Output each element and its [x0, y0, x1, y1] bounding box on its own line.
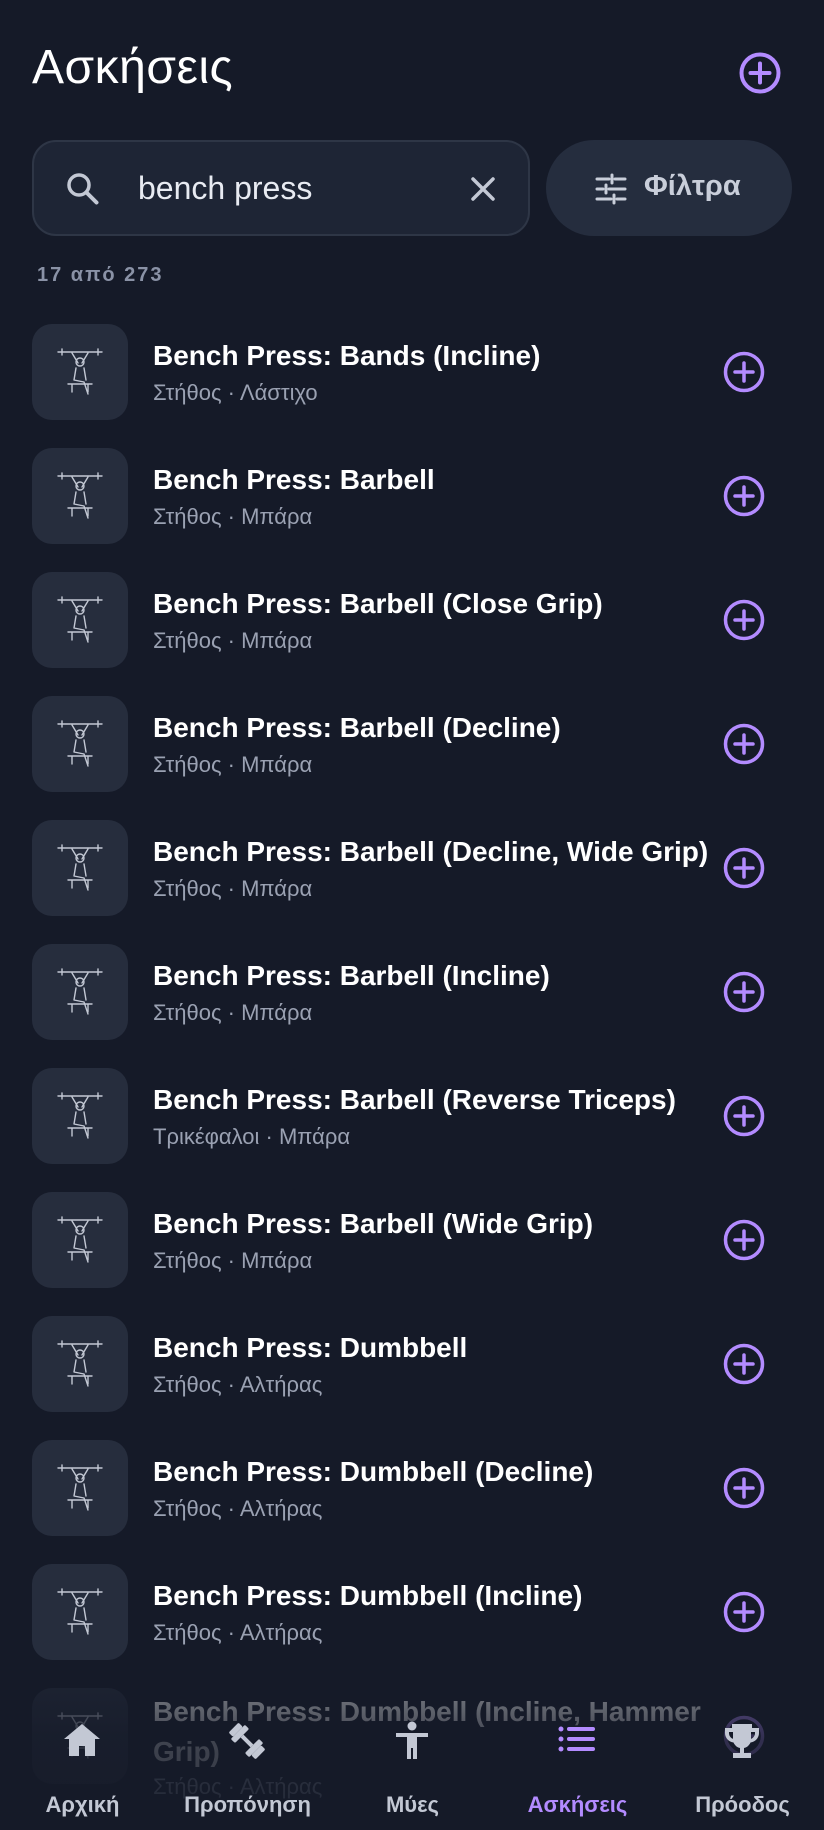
exercise-title: Bench Press: Barbell (Wide Grip) [153, 1208, 594, 1239]
home-icon [64, 1724, 100, 1756]
plus-circle-icon[interactable] [722, 350, 766, 394]
exercise-thumbnail [32, 1068, 128, 1164]
exercise-subtitle: Στήθος · Μπάρα [153, 1248, 313, 1273]
dumbbell-icon [229, 1723, 265, 1759]
list-item[interactable]: Bench Press: Dumbbell (Decline) Στήθος · … [0, 1426, 824, 1550]
list-item[interactable]: Bench Press: Dumbbell (Incline) Στήθος · … [0, 1550, 824, 1674]
plus-circle-icon[interactable] [722, 474, 766, 518]
exercise-subtitle: Τρικέφαλοι · Μπάρα [153, 1124, 351, 1149]
exercise-title: Bench Press: Barbell [153, 464, 435, 495]
exercise-illustration-icon [57, 1464, 103, 1511]
exercise-title: Bench Press: Barbell (Incline) [153, 960, 550, 991]
exercise-thumbnail [32, 944, 128, 1040]
exercise-title: Bench Press: Barbell (Decline) [153, 712, 561, 743]
exercise-illustration-icon [57, 1340, 103, 1387]
list-item[interactable]: Bench Press: Barbell (Decline) Στήθος · Μ… [0, 682, 824, 806]
exercise-subtitle: Στήθος · Μπάρα [153, 752, 313, 777]
nav-label-exercises: Ασκήσεις [527, 1792, 628, 1817]
list-icon [558, 1726, 595, 1752]
list-item[interactable]: Bench Press: Barbell (Wide Grip) Στήθος ·… [0, 1178, 824, 1302]
exercise-title: Bench Press: Bands (Incline) [153, 340, 541, 371]
list-item[interactable]: Bench Press: Barbell Στήθος · Μπάρα [0, 434, 824, 558]
nav-item-muscles[interactable]: Μύες [330, 1700, 495, 1830]
list-item[interactable]: Bench Press: Barbell (Incline) Στήθος · Μ… [0, 930, 824, 1054]
nav-label-progress: Πρόοδος [695, 1792, 790, 1817]
plus-circle-icon[interactable] [722, 598, 766, 642]
list-item[interactable]: Bench Press: Bands (Incline) Στήθος · Λάσ… [0, 310, 824, 434]
exercise-thumbnail [32, 324, 128, 420]
search-input[interactable]: bench press [32, 140, 530, 236]
filter-button[interactable]: Φίλτρα [546, 140, 792, 236]
list-item[interactable]: Bench Press: Barbell (Close Grip) Στήθος … [0, 558, 824, 682]
page-title: Ασκήσεις [32, 41, 234, 94]
body-icon [396, 1721, 428, 1759]
exercise-illustration-icon [57, 968, 103, 1015]
results-count: 17 από 273 [37, 264, 164, 286]
exercise-thumbnail [32, 696, 128, 792]
exercise-title: Bench Press: Barbell (Reverse Triceps) [153, 1084, 676, 1115]
search-value[interactable]: bench press [138, 170, 312, 207]
exercise-subtitle: Στήθος · Μπάρα [153, 504, 313, 529]
bottom-navigation: Αρχική Προπόνηση Μύες Ασκήσεις Πρόοδος [0, 1700, 824, 1830]
exercise-illustration-icon [57, 1092, 103, 1139]
search-icon [67, 173, 99, 205]
exercise-subtitle: Στήθος · Μπάρα [153, 1000, 313, 1025]
nav-label-workout: Προπόνηση [184, 1792, 311, 1817]
exercise-title: Bench Press: Barbell (Decline, Wide Grip… [153, 836, 709, 867]
exercise-thumbnail [32, 1192, 128, 1288]
exercise-title: Bench Press: Dumbbell [153, 1332, 468, 1363]
nav-item-workout[interactable]: Προπόνηση [165, 1700, 330, 1830]
filter-label: Φίλτρα [644, 170, 741, 202]
exercise-illustration-icon [57, 1588, 103, 1635]
exercise-thumbnail [32, 1564, 128, 1660]
exercise-thumbnail [32, 820, 128, 916]
exercise-title: Bench Press: Dumbbell (Incline) [153, 1580, 583, 1611]
add-exercise-button[interactable] [738, 51, 782, 95]
exercise-title: Bench Press: Dumbbell (Decline) [153, 1456, 594, 1487]
exercise-subtitle: Στήθος · Λάστιχο [153, 380, 318, 405]
exercise-illustration-icon [57, 720, 103, 767]
exercise-illustration-icon [57, 348, 103, 395]
plus-circle-icon[interactable] [722, 1590, 766, 1634]
plus-circle-icon[interactable] [722, 970, 766, 1014]
sliders-icon [595, 173, 627, 205]
list-item[interactable]: Bench Press: Dumbbell Στήθος · Αλτήρας [0, 1302, 824, 1426]
exercise-thumbnail [32, 448, 128, 544]
list-item[interactable]: Bench Press: Barbell (Reverse Triceps) Τρ… [0, 1054, 824, 1178]
exercise-illustration-icon [57, 844, 103, 891]
nav-item-exercises[interactable]: Ασκήσεις [495, 1700, 660, 1830]
plus-circle-icon[interactable] [722, 1094, 766, 1138]
exercise-illustration-icon [57, 596, 103, 643]
exercise-list: Bench Press: Bands (Incline) Στήθος · Λάσ… [0, 310, 824, 1799]
plus-circle-icon[interactable] [722, 1466, 766, 1510]
exercise-subtitle: Στήθος · Αλτήρας [153, 1620, 323, 1645]
exercise-subtitle: Στήθος · Αλτήρας [153, 1496, 323, 1521]
plus-circle-icon[interactable] [722, 846, 766, 890]
plus-circle-icon [739, 52, 781, 94]
nav-item-progress[interactable]: Πρόοδος [660, 1700, 824, 1830]
plus-circle-icon[interactable] [722, 1218, 766, 1262]
exercise-illustration-icon [57, 472, 103, 519]
exercise-subtitle: Στήθος · Μπάρα [153, 876, 313, 901]
trophy-icon [725, 1724, 759, 1758]
exercise-thumbnail [32, 1440, 128, 1536]
close-icon[interactable] [468, 174, 498, 204]
exercise-thumbnail [32, 572, 128, 668]
nav-label-muscles: Μύες [385, 1792, 439, 1817]
exercise-subtitle: Στήθος · Αλτήρας [153, 1372, 323, 1397]
exercise-thumbnail [32, 1316, 128, 1412]
nav-label-home: Αρχική [45, 1792, 120, 1817]
nav-item-home[interactable]: Αρχική [0, 1700, 165, 1830]
exercise-subtitle: Στήθος · Μπάρα [153, 628, 313, 653]
exercise-illustration-icon [57, 1216, 103, 1263]
exercise-title: Bench Press: Barbell (Close Grip) [153, 588, 603, 619]
plus-circle-icon[interactable] [722, 722, 766, 766]
plus-circle-icon[interactable] [722, 1342, 766, 1386]
list-item[interactable]: Bench Press: Barbell (Decline, Wide Grip… [0, 806, 824, 930]
